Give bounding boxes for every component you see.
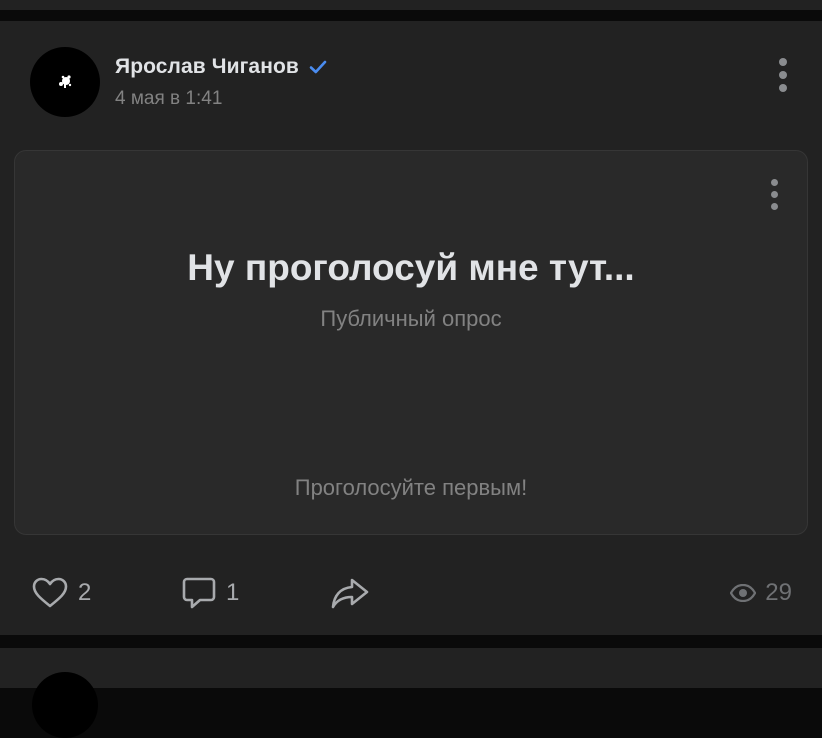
comment-button[interactable]: 1 [182,573,239,613]
comment-icon [182,577,216,609]
comment-count: 1 [226,579,240,606]
heart-icon [32,577,68,608]
avatar[interactable] [30,47,100,117]
poll-title: Ну проголосуй мне тут... [187,247,635,288]
avatar-image [59,75,72,88]
poll-type: Публичный опрос [320,306,502,331]
like-button[interactable]: 2 [32,573,91,613]
author-name[interactable]: Ярослав Чиганов [115,55,299,79]
verified-check-icon [309,60,327,74]
like-count: 2 [78,579,92,606]
views-count: 29 [765,579,792,606]
post-card: Ярослав Чиганов 4 мая в 1:41 Ну проголос… [0,21,822,635]
more-vertical-icon[interactable] [768,55,798,95]
share-icon [331,578,369,609]
post-date[interactable]: 4 мая в 1:41 [115,88,222,110]
author-row: Ярослав Чиганов [115,54,328,80]
next-post-card [0,648,822,738]
poll-card: Ну проголосуй мне тут... Публичный опрос… [14,150,808,535]
eye-icon [730,584,757,602]
poll-more-icon[interactable] [760,177,790,213]
views-counter: 29 [730,573,792,613]
share-button[interactable] [330,573,370,613]
previous-post-edge [0,0,822,10]
next-avatar[interactable] [32,672,98,738]
poll-prompt: Проголосуйте первым! [294,475,528,500]
